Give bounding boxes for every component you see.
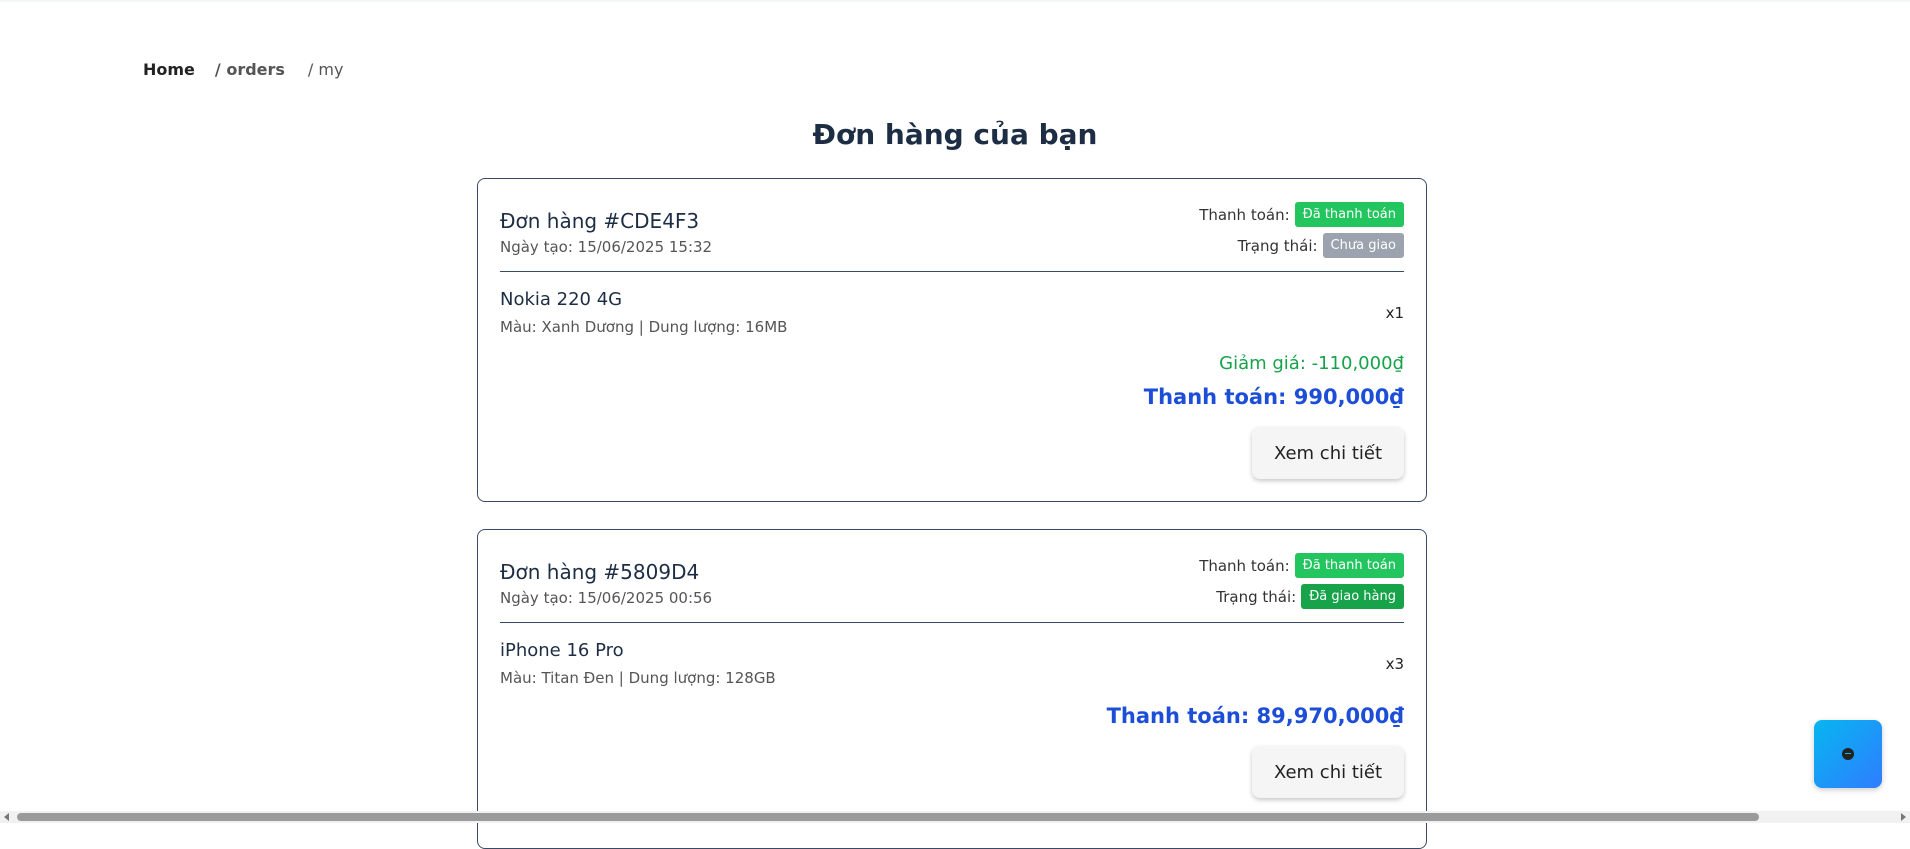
scroll-right-arrow-icon[interactable] xyxy=(1901,813,1906,821)
discount: Giảm giá: -110,000₫ xyxy=(1219,353,1404,374)
status-label: Trạng thái: xyxy=(1237,236,1318,255)
item-name: iPhone 16 Pro xyxy=(500,640,624,661)
delivery-status-row: Trạng thái: Chưa giao xyxy=(1238,233,1404,258)
status-label: Trạng thái: xyxy=(1216,587,1297,606)
item-desc: Màu: Xanh Dương | Dung lượng: 16MB xyxy=(500,318,788,336)
chat-button[interactable] xyxy=(1814,720,1882,788)
order-total: Thanh toán: 990,000₫ xyxy=(1143,385,1404,409)
item-desc: Màu: Titan Đen | Dung lượng: 128GB xyxy=(500,669,776,687)
horizontal-scrollbar[interactable] xyxy=(0,811,1910,823)
item-name: Nokia 220 4G xyxy=(500,289,623,310)
breadcrumb: Home / orders / my xyxy=(143,60,346,79)
page-title: Đơn hàng của bạn xyxy=(812,118,1098,151)
payment-status-badge: Đã thanh toán xyxy=(1294,553,1404,578)
order-date: Ngày tạo: 15/06/2025 00:56 xyxy=(500,589,713,607)
order-header: Đơn hàng #5809D4 Ngày tạo: 15/06/2025 00… xyxy=(500,530,1404,623)
breadcrumb-orders-link[interactable]: / orders xyxy=(215,60,285,79)
chat-icon xyxy=(1842,748,1854,760)
order-total: Thanh toán: 89,970,000₫ xyxy=(1106,704,1404,728)
scroll-left-arrow-icon[interactable] xyxy=(4,813,9,821)
item-quantity: x3 xyxy=(1385,655,1404,673)
payment-status-row: Thanh toán: Đã thanh toán xyxy=(1199,202,1404,227)
top-shadow xyxy=(0,0,1910,3)
breadcrumb-home-link[interactable]: Home xyxy=(143,60,195,79)
order-id: Đơn hàng #5809D4 xyxy=(500,560,700,584)
view-details-button[interactable]: Xem chi tiết xyxy=(1252,746,1404,798)
scrollbar-thumb[interactable] xyxy=(17,813,1759,821)
view-details-button[interactable]: Xem chi tiết xyxy=(1252,427,1404,479)
delivery-status-badge: Đã giao hàng xyxy=(1301,584,1404,609)
breadcrumb-current: / my xyxy=(307,60,344,79)
order-id: Đơn hàng #CDE4F3 xyxy=(500,209,700,233)
payment-label: Thanh toán: xyxy=(1199,556,1290,575)
order-card: Đơn hàng #CDE4F3 Ngày tạo: 15/06/2025 15… xyxy=(477,178,1427,502)
delivery-status-row: Trạng thái: Đã giao hàng xyxy=(1216,584,1404,609)
order-header: Đơn hàng #CDE4F3 Ngày tạo: 15/06/2025 15… xyxy=(500,179,1404,272)
payment-status-badge: Đã thanh toán xyxy=(1294,202,1404,227)
order-card: Đơn hàng #5809D4 Ngày tạo: 15/06/2025 00… xyxy=(477,529,1427,849)
payment-status-row: Thanh toán: Đã thanh toán xyxy=(1199,553,1404,578)
item-quantity: x1 xyxy=(1385,304,1404,322)
delivery-status-badge: Chưa giao xyxy=(1322,233,1404,258)
payment-label: Thanh toán: xyxy=(1199,205,1290,224)
order-date: Ngày tạo: 15/06/2025 15:32 xyxy=(500,238,713,256)
